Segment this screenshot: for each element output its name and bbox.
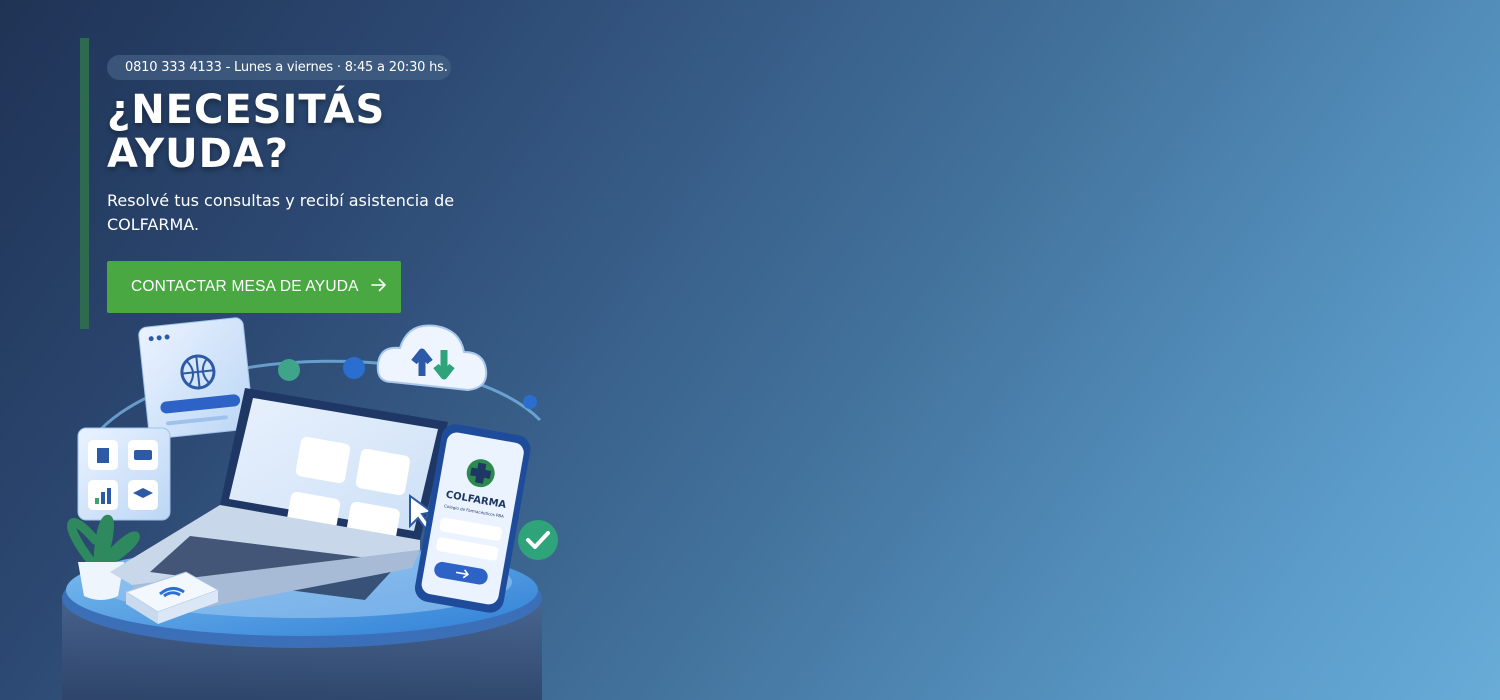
accent-bar: [80, 38, 89, 329]
help-hero-banner: 0810 333 4133 - Lunes a viernes · 8:45 a…: [0, 0, 1500, 700]
checkmark-badge-icon: [518, 520, 558, 560]
orbit-node-icon: [343, 357, 365, 379]
hero-title-line1: ¿NECESITÁS: [107, 87, 386, 133]
contact-help-desk-label: CONTACTAR MESA DE AYUDA: [131, 278, 359, 295]
help-desk-illustration: COLFARMA Colegio de Farmacéuticos PBA: [62, 317, 558, 700]
contact-hours-pill: 0810 333 4133 - Lunes a viernes · 8:45 a…: [107, 55, 451, 80]
orbit-node-icon: [523, 395, 537, 409]
hero-title: ¿NECESITÁS AYUDA?: [107, 88, 527, 176]
hero-subtitle: Resolvé tus consultas y recibí asistenci…: [107, 191, 455, 234]
cloud-sync-icon: [376, 324, 488, 392]
orbit-node-icon: [278, 359, 300, 381]
hero-title-line2: AYUDA?: [107, 131, 289, 177]
arrow-right-icon: [370, 278, 387, 297]
apps-card-icon: [77, 427, 171, 521]
browser-card-icon: [138, 317, 254, 440]
